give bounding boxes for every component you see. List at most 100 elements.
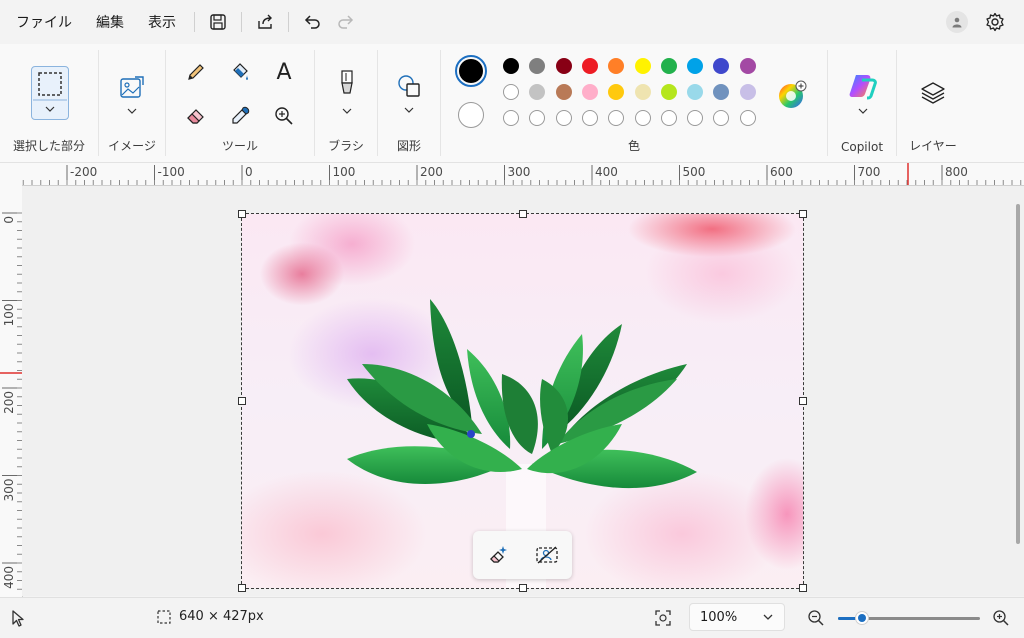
color-swatch[interactable] — [555, 84, 572, 100]
resize-handle-right[interactable] — [799, 397, 807, 405]
text-tool-icon: A — [276, 59, 292, 85]
layers-group: レイヤー — [897, 44, 969, 162]
menu-edit[interactable]: 編集 — [84, 6, 136, 38]
color-wheel-icon — [779, 80, 807, 108]
custom-color-slot[interactable] — [687, 110, 704, 126]
eraser-icon — [187, 109, 204, 124]
custom-color-slot[interactable] — [739, 110, 756, 126]
image-resize-icon — [120, 76, 144, 114]
magnifier-tool[interactable] — [270, 102, 298, 130]
copilot-button[interactable] — [848, 72, 878, 118]
menu-file[interactable]: ファイル — [4, 6, 84, 38]
color-swatch[interactable] — [713, 58, 730, 74]
tools-group: A ツール — [166, 44, 314, 162]
chevron-down-icon — [763, 614, 773, 620]
vertical-scrollbar[interactable] — [1012, 186, 1024, 596]
custom-color-slot[interactable] — [503, 110, 519, 126]
color-swatch[interactable] — [529, 58, 546, 74]
color-swatch[interactable] — [660, 58, 677, 74]
eraser-tool[interactable] — [182, 102, 210, 130]
pencil-tool[interactable] — [182, 58, 210, 86]
custom-color-slot[interactable] — [529, 110, 546, 126]
text-tool[interactable]: A — [270, 58, 298, 86]
menu-separator — [241, 12, 242, 32]
custom-color-slot[interactable] — [634, 110, 651, 126]
color-swatch[interactable] — [503, 84, 519, 100]
color-swatch[interactable] — [687, 84, 704, 100]
resize-handle-top-right[interactable] — [799, 210, 807, 218]
resize-handle-top-left[interactable] — [238, 210, 246, 218]
pencil-icon — [188, 64, 204, 80]
color-swatch[interactable] — [581, 84, 598, 100]
color-swatch[interactable] — [608, 58, 625, 74]
color-swatch[interactable] — [660, 84, 677, 100]
zoom-in-icon[interactable] — [990, 607, 1012, 629]
vertical-scrollbar-thumb[interactable] — [1016, 204, 1020, 544]
custom-color-slot[interactable] — [713, 110, 730, 126]
layers-group-label: レイヤー — [909, 139, 957, 153]
selection-tool-button[interactable] — [31, 66, 69, 120]
generative-erase-button[interactable] — [483, 540, 513, 570]
edit-colors-button[interactable] — [777, 80, 807, 110]
color-picker-tool[interactable] — [226, 102, 254, 130]
fit-to-window-icon[interactable] — [652, 607, 674, 629]
color-swatch[interactable] — [581, 58, 598, 74]
custom-color-slot[interactable] — [581, 110, 598, 126]
color-swatch[interactable] — [634, 58, 651, 74]
undo-icon[interactable] — [295, 5, 329, 39]
horizontal-ruler: -200 -100 0 100 200 300 400 500 600 700 800 — [22, 163, 1024, 186]
save-icon[interactable] — [201, 5, 235, 39]
zoom-slider-thumb[interactable] — [855, 611, 870, 625]
ruler-label: 100 — [2, 304, 16, 327]
ruler-label: -100 — [158, 165, 185, 179]
shapes-group: 図形 — [378, 44, 440, 162]
color-swatch[interactable] — [687, 58, 704, 74]
brush-button[interactable] — [333, 68, 361, 116]
selection-group: 選択した部分 — [0, 44, 98, 162]
resize-handle-bottom-right[interactable] — [799, 584, 807, 592]
brush-group-label: ブラシ — [328, 139, 364, 153]
color-swatch[interactable] — [739, 58, 756, 74]
settings-gear-icon[interactable] — [978, 5, 1012, 39]
custom-color-slot[interactable] — [660, 110, 677, 126]
layers-button[interactable] — [919, 80, 947, 108]
color-swatch[interactable] — [555, 58, 572, 74]
color-swatch[interactable] — [529, 84, 546, 100]
color-swatch[interactable] — [608, 84, 625, 100]
vertical-ruler: 0 100 200 300 400 — [0, 185, 23, 597]
menu-view[interactable]: 表示 — [136, 6, 188, 38]
brush-group: ブラシ — [315, 44, 377, 162]
color-swatch[interactable] — [634, 84, 651, 100]
resize-handle-bottom[interactable] — [519, 584, 527, 592]
color-swatch[interactable] — [713, 84, 730, 100]
zoom-level-dropdown[interactable]: 100% — [689, 603, 785, 631]
resize-handle-top[interactable] — [519, 210, 527, 218]
selection-group-label: 選択した部分 — [12, 139, 85, 153]
resize-handle-left[interactable] — [238, 397, 246, 405]
ruler-label: 0 — [245, 165, 253, 179]
zoom-level-value: 100% — [700, 609, 738, 625]
image-group: イメージ — [99, 44, 165, 162]
ruler-label: 600 — [770, 165, 793, 179]
remove-background-icon — [536, 546, 558, 564]
redo-icon[interactable] — [329, 5, 363, 39]
image-resize-button[interactable] — [118, 74, 146, 116]
account-icon[interactable] — [946, 11, 968, 33]
zoom-out-icon[interactable] — [805, 607, 827, 629]
color-swatch[interactable] — [739, 84, 756, 100]
fill-tool[interactable] — [226, 58, 254, 86]
color-swatch[interactable] — [503, 58, 519, 74]
copilot-group-label: Copilot — [840, 140, 884, 154]
image-group-label: イメージ — [108, 139, 156, 153]
colors-group: 色 — [441, 44, 827, 162]
custom-color-slot[interactable] — [608, 110, 625, 126]
resize-handle-bottom-left[interactable] — [238, 584, 246, 592]
remove-background-button[interactable] — [532, 540, 562, 570]
menu-separator — [288, 12, 289, 32]
shapes-button[interactable] — [395, 72, 423, 118]
shapes-group-label: 図形 — [396, 139, 421, 153]
menu-separator — [194, 12, 195, 32]
share-icon[interactable] — [248, 5, 282, 39]
custom-color-slot[interactable] — [555, 110, 572, 126]
brush-icon — [341, 70, 353, 114]
